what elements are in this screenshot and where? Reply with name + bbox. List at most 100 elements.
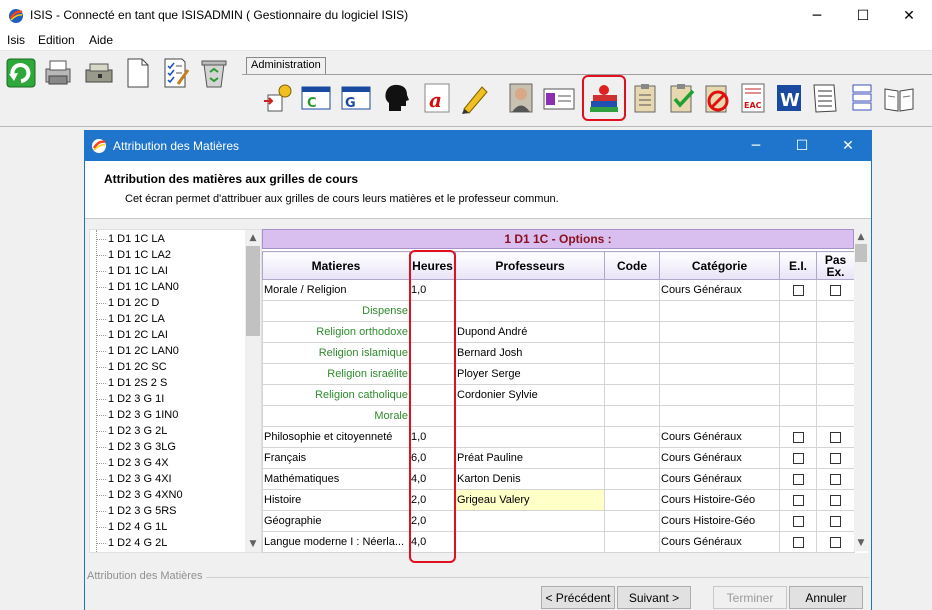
tree-item[interactable]: 1 D1 2C LAI <box>90 328 248 344</box>
menu-isis[interactable]: Isis <box>7 33 25 47</box>
cell-code[interactable] <box>604 300 660 322</box>
tree-item[interactable]: 1 D2 4 G 1L <box>90 520 248 536</box>
pas-ex-checkbox[interactable] <box>830 431 841 443</box>
cell-code[interactable] <box>604 468 660 490</box>
cell-matiere[interactable]: Religion israélite <box>262 363 410 385</box>
cell-ei[interactable] <box>779 426 817 448</box>
cell-code[interactable] <box>604 342 660 364</box>
cell-pas-ex[interactable] <box>816 405 855 427</box>
tree-item[interactable]: 1 D1 1C LA <box>90 232 248 248</box>
cell-ei[interactable] <box>779 300 817 322</box>
eac-document-icon[interactable]: EAC <box>736 81 770 115</box>
cell-matiere[interactable]: Morale <box>262 405 410 427</box>
cell-categorie[interactable]: Cours Généraux <box>659 447 780 469</box>
cell-code[interactable] <box>604 510 660 532</box>
cell-pas-ex[interactable] <box>816 447 855 469</box>
cell-matiere[interactable]: Morale / Religion <box>262 279 410 301</box>
table-row[interactable]: Histoire 2,0 Grigeau Valery Cours Histoire-… <box>262 489 855 511</box>
tree-item[interactable]: 1 D2 3 G 4XN0 <box>90 488 248 504</box>
cell-professeur[interactable]: Karton Denis <box>455 468 605 490</box>
cell-ei[interactable] <box>779 342 817 364</box>
pas-ex-checkbox[interactable] <box>830 284 841 296</box>
class-tree[interactable]: 1 D1 1C LA 1 D1 1C LA2 1 D1 1C LAI 1 D1 … <box>89 229 262 553</box>
cell-ei[interactable] <box>779 489 817 511</box>
table-row[interactable]: Morale / Religion 1,0 Cours Généraux <box>262 279 855 301</box>
column-header-categorie[interactable]: Catégorie <box>659 251 780 280</box>
cell-ei[interactable] <box>779 363 817 385</box>
cell-code[interactable] <box>604 426 660 448</box>
cell-pas-ex[interactable] <box>816 468 855 490</box>
finish-button[interactable]: Terminer <box>713 586 787 609</box>
scroll-up-arrow-icon[interactable]: ▲ <box>854 229 868 245</box>
cell-professeur[interactable]: Bernard Josh <box>455 342 605 364</box>
tree-item[interactable]: 1 D1 2S 2 S <box>90 376 248 392</box>
pencil-icon[interactable] <box>458 81 492 115</box>
window-c-icon[interactable]: C <box>299 81 333 115</box>
cell-ei[interactable] <box>779 447 817 469</box>
dialog-close-button[interactable]: ✕ <box>825 131 871 161</box>
column-header-matieres[interactable]: Matieres <box>262 251 410 280</box>
tree-item[interactable]: 1 D2 3 G 2L <box>90 424 248 440</box>
cell-code[interactable] <box>604 531 660 553</box>
cell-categorie[interactable]: Cours Histoire-Géo <box>659 510 780 532</box>
table-row[interactable]: Philosophie et citoyenneté 1,0 Cours Génér… <box>262 426 855 448</box>
cell-matiere[interactable]: Philosophie et citoyenneté <box>262 426 410 448</box>
blank-page-icon[interactable] <box>120 56 154 90</box>
layout-rows-icon[interactable] <box>845 81 879 115</box>
checklist-icon[interactable] <box>158 56 192 90</box>
cell-code[interactable] <box>604 279 660 301</box>
checklist-document-icon[interactable] <box>808 81 842 115</box>
scroll-down-arrow-icon[interactable]: ▼ <box>854 535 868 551</box>
tree-item[interactable]: 1 D1 1C LAI <box>90 264 248 280</box>
cell-code[interactable] <box>604 405 660 427</box>
pas-ex-checkbox[interactable] <box>830 473 841 485</box>
printer-icon[interactable] <box>41 56 75 90</box>
ei-checkbox[interactable] <box>792 431 804 443</box>
cell-professeur[interactable]: Préat Pauline <box>455 447 605 469</box>
column-header-ei[interactable]: E.I. <box>779 251 817 280</box>
cell-code[interactable] <box>604 363 660 385</box>
tree-item[interactable]: 1 D1 2C LA <box>90 312 248 328</box>
cell-categorie[interactable] <box>659 363 780 385</box>
cell-pas-ex[interactable] <box>816 342 855 364</box>
id-card-icon[interactable] <box>542 81 576 115</box>
pas-ex-checkbox[interactable] <box>830 536 841 548</box>
tree-item[interactable]: 1 D2 3 G 3LG <box>90 440 248 456</box>
tree-item[interactable]: 1 D2 3 G 1I <box>90 392 248 408</box>
cell-matiere[interactable]: Religion orthodoxe <box>262 321 410 343</box>
cell-pas-ex[interactable] <box>816 426 855 448</box>
cell-ei[interactable] <box>779 468 817 490</box>
tree-item[interactable]: 1 D2 3 G 5RS <box>90 504 248 520</box>
cell-pas-ex[interactable] <box>816 363 855 385</box>
cell-ei[interactable] <box>779 279 817 301</box>
cell-code[interactable] <box>604 321 660 343</box>
dialog-maximize-button[interactable]: ☐ <box>779 131 825 161</box>
cell-ei[interactable] <box>779 384 817 406</box>
cell-categorie[interactable] <box>659 384 780 406</box>
tree-item[interactable]: 1 D1 1C LAN0 <box>90 280 248 296</box>
tab-administration[interactable]: Administration <box>246 57 326 74</box>
close-button[interactable]: ✕ <box>886 0 932 31</box>
ei-checkbox[interactable] <box>792 284 804 296</box>
tree-item[interactable]: 1 D1 2C LAN0 <box>90 344 248 360</box>
cell-categorie[interactable]: Cours Histoire-Géo <box>659 489 780 511</box>
cell-ei[interactable] <box>779 405 817 427</box>
cell-professeur[interactable] <box>455 300 605 322</box>
table-row[interactable]: Religion catholique Cordonier Sylvie <box>262 384 855 406</box>
clipboard-check-icon[interactable] <box>665 81 699 115</box>
column-header-professeurs[interactable]: Professeurs <box>455 251 605 280</box>
cell-categorie[interactable] <box>659 342 780 364</box>
tree-item[interactable]: 1 D2 3 G 1IN0 <box>90 408 248 424</box>
ei-checkbox[interactable] <box>792 536 804 548</box>
ei-checkbox[interactable] <box>792 452 804 464</box>
cell-categorie[interactable] <box>659 405 780 427</box>
cell-pas-ex[interactable] <box>816 531 855 553</box>
head-silhouette-icon[interactable] <box>379 81 413 115</box>
cell-categorie[interactable]: Cours Généraux <box>659 531 780 553</box>
cell-professeur[interactable]: Dupond André <box>455 321 605 343</box>
scroll-down-arrow-icon[interactable]: ▼ <box>245 536 261 552</box>
column-header-pas-ex[interactable]: Pas Ex. <box>816 251 855 280</box>
maximize-button[interactable]: ☐ <box>840 0 886 31</box>
grid-scroll-thumb[interactable] <box>855 244 867 262</box>
cell-code[interactable] <box>604 384 660 406</box>
